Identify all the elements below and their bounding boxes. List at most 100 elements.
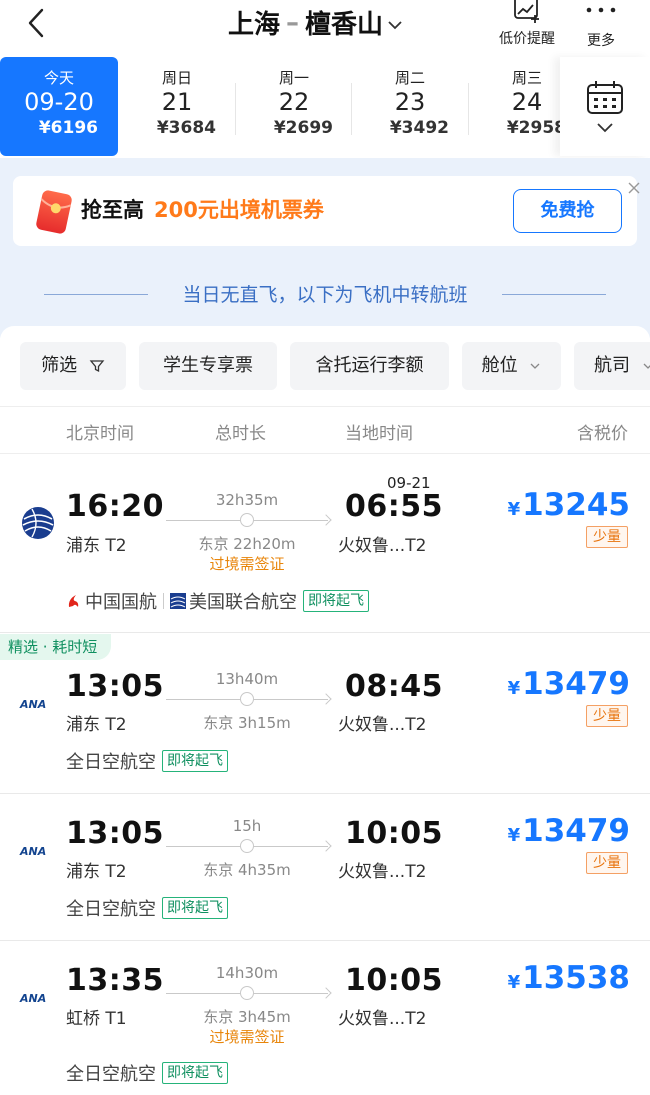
date-item-today[interactable]: 今天 09-20 ¥6196 [0,57,118,156]
claim-coupon-button[interactable]: 免费抢 [513,189,622,233]
departure-time: 16:20 [66,489,164,524]
departure-airport: 浦东 T2 [66,862,127,882]
back-chevron-icon [28,8,44,38]
price-amount: 13479 [522,813,630,849]
carrier-name: 全日空航空 [66,1064,156,1085]
filter-chip-airline[interactable]: 航司 [574,342,650,390]
carrier-list: 全日空航空 即将起飞 [66,748,228,774]
date-price: ¥3492 [389,118,449,138]
price-alert-button[interactable]: 低价提醒 [494,0,560,48]
arrival-time: 10:05 [345,963,443,998]
visa-notice: 过境需签证 [209,555,285,573]
united-globe-logo-icon [22,507,54,539]
arrival-time: 08:45 [345,669,443,704]
close-icon[interactable] [627,181,641,195]
low-stock-badge: 少量 [586,526,628,548]
more-label: 更多 [587,33,615,49]
date-day: 23 [394,88,426,116]
currency-symbol: ¥ [507,825,521,846]
flight-card[interactable]: ANA 13:05 浦东 T2 15h 东京 4h35m 10:05 火奴鲁..… [0,795,650,941]
date-item-22[interactable]: 周一 22 ¥2699 [235,57,353,156]
departing-soon-tag: 即将起飞 [162,897,228,919]
transfer-info: 东京 3h45m [203,1008,291,1026]
transfer-dot [240,986,254,1000]
date-price: ¥3684 [156,118,216,138]
flight-card[interactable]: 16:20 浦东 T2 32h35m 东京 22h20m 过境需签证 09-21… [0,455,650,633]
transfer-dot [240,839,254,853]
chevron-down-icon [387,8,403,38]
calendar-button[interactable] [560,57,650,156]
arrival-time: 10:05 [345,816,443,851]
column-total-duration[interactable]: 总时长 [215,419,266,444]
filter-chip-student[interactable]: 学生专享票 [139,342,277,390]
filter-chip-baggage[interactable]: 含托运行李额 [290,342,449,390]
featured-badge: 精选 · 耗时短 [0,634,112,660]
filter-chip-filter[interactable]: 筛选 [20,342,126,390]
flight-card[interactable]: 精选 · 耗时短 ANA 13:05 浦东 T2 13h40m 东京 3h15m… [0,634,650,794]
flight-duration: 14h30m [215,964,279,982]
departure-time: 13:05 [66,669,164,704]
route-dash: – [286,7,300,38]
carrier-list: 全日空航空 即将起飞 [66,1060,228,1086]
carrier-name-1: 中国国航 [85,592,157,613]
flight-duration: 15h [232,817,262,835]
promo-text: 抢至高 200元出境机票券 [81,194,324,224]
date-price: ¥2699 [273,118,333,138]
carrier-list: 全日空航空 即将起飞 [66,895,228,921]
departure-time: 13:05 [66,816,164,851]
ana-logo-icon: ANA [20,698,47,711]
column-header-row: 北京时间 总时长 当地时间 含税价 [0,406,650,454]
cabin-label: 舱位 [481,355,518,376]
air-china-logo-icon [68,595,79,607]
flight-price: ¥13245 [508,487,630,523]
carrier-name: 全日空航空 [66,752,156,773]
destination-city: 檀香山 [305,10,384,40]
promo-banner[interactable]: 抢至高 200元出境机票券 免费抢 [13,176,640,246]
date-selector: 今天 09-20 ¥6196 周日 21 ¥3684 周一 22 ¥2699 周… [0,57,650,157]
filter-label: 筛选 [41,355,78,376]
low-stock-badge: 少量 [586,705,628,727]
route-title[interactable]: 上海 – 檀香山 [228,4,403,41]
carrier-name: 全日空航空 [66,899,156,920]
departing-soon-tag: 即将起飞 [303,590,369,612]
more-button[interactable]: 更多 [578,0,624,50]
price-alert-label: 低价提醒 [499,31,555,47]
transfer-info: 东京 3h15m [203,714,291,732]
route-arrow-icon [320,514,332,526]
date-item-21[interactable]: 周日 21 ¥3684 [118,57,236,156]
flight-price: ¥13479 [508,813,630,849]
flight-price: ¥13479 [508,666,630,702]
date-weekday: 周一 [278,69,309,87]
route-arrow-icon [320,987,332,999]
top-nav-bar: 上海 – 檀香山 低价提醒 更多 [0,0,650,56]
chevron-down-icon [597,123,613,133]
column-tax-price[interactable]: 含税价 [577,419,628,444]
ana-logo-icon: ANA [20,845,47,858]
column-beijing-time[interactable]: 北京时间 [66,419,134,444]
date-item-23[interactable]: 周二 23 ¥3492 [351,57,469,156]
chevron-down-icon [530,363,540,369]
currency-symbol: ¥ [507,678,521,699]
promo-highlight: 200元出境机票券 [154,198,324,222]
back-button[interactable] [22,6,52,40]
transfer-dot [240,513,254,527]
filter-chip-cabin[interactable]: 舱位 [462,342,561,390]
filter-funnel-icon [89,360,105,373]
promo-prefix: 抢至高 [81,198,144,222]
arrival-airport: 火奴鲁...T2 [338,715,427,735]
currency-symbol: ¥ [507,499,521,520]
column-local-time[interactable]: 当地时间 [345,419,413,444]
price-amount: 13538 [522,960,630,996]
calendar-icon [587,81,623,133]
more-dots-icon [586,7,616,13]
flight-card[interactable]: ANA 13:35 虹桥 T1 14h30m 东京 3h45m 过境需签证 10… [0,942,650,1095]
transfer-info: 东京 22h20m [198,535,296,553]
price-amount: 13479 [522,666,630,702]
trend-chart-icon [514,0,539,23]
chevron-down-icon [643,363,650,369]
united-globe-logo-icon [170,593,186,609]
arrival-time: 06:55 [345,489,443,524]
notice-line-right [502,294,606,295]
date-day: 22 [278,88,310,116]
departure-airport: 浦东 T2 [66,715,127,735]
